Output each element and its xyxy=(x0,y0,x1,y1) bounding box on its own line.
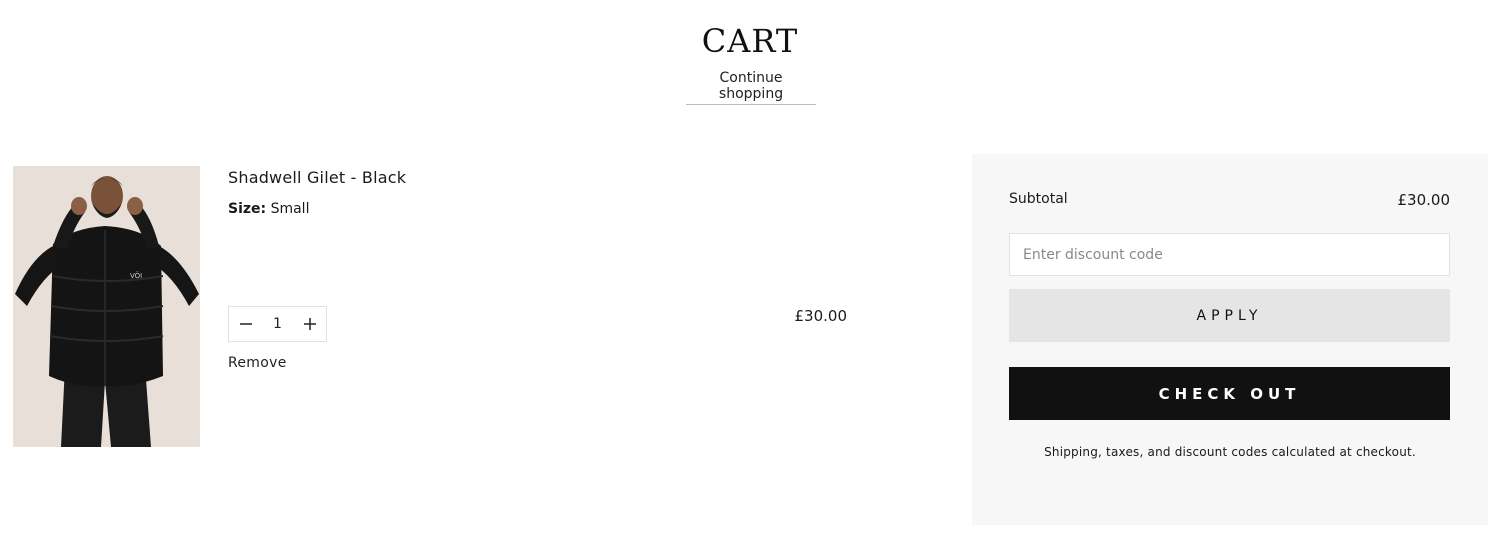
variant-label: Size: xyxy=(228,201,267,217)
plus-icon xyxy=(303,318,316,330)
quantity-stepper: 1 xyxy=(228,306,327,342)
discount-code-input[interactable] xyxy=(1009,233,1450,276)
shipping-note: Shipping, taxes, and discount codes calc… xyxy=(1044,445,1416,459)
decrease-quantity-button[interactable] xyxy=(229,307,262,341)
order-summary-panel: Subtotal £30.00 APPLY CHECK OUT Shipping… xyxy=(972,154,1488,525)
subtotal-label: Subtotal xyxy=(1009,191,1068,207)
checkout-button[interactable]: CHECK OUT xyxy=(1009,367,1450,420)
product-name[interactable]: Shadwell Gilet - Black xyxy=(228,168,406,187)
continue-shopping-link[interactable]: Continue shopping xyxy=(686,70,816,105)
increase-quantity-button[interactable] xyxy=(293,307,326,341)
apply-discount-button[interactable]: APPLY xyxy=(1009,289,1450,342)
svg-text:VÖI: VÖI xyxy=(130,271,142,280)
product-variant: Size: Small xyxy=(228,201,309,217)
product-photo: VÖI xyxy=(13,166,200,447)
variant-value: Small xyxy=(270,201,310,217)
quantity-value[interactable]: 1 xyxy=(262,316,293,332)
product-image[interactable]: VÖI xyxy=(13,166,200,447)
remove-item-link[interactable]: Remove xyxy=(228,355,287,371)
line-item-price: £30.00 xyxy=(794,307,848,325)
subtotal-value: £30.00 xyxy=(1397,191,1451,209)
minus-icon xyxy=(239,323,252,325)
page-title: CART xyxy=(701,22,799,60)
